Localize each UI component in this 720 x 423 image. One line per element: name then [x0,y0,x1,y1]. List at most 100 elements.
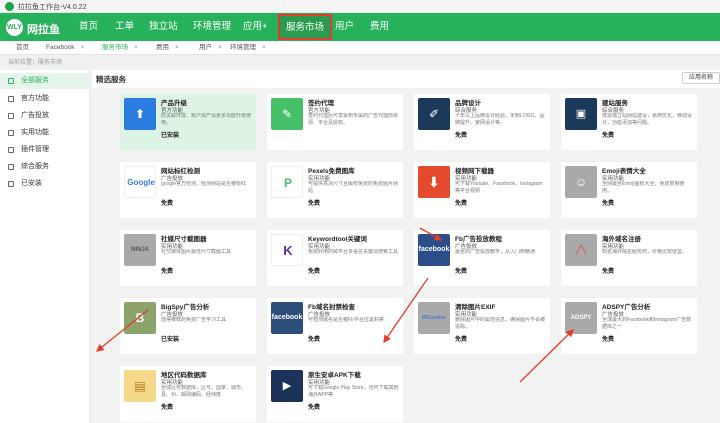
nav-service-market[interactable]: 服务市场 [278,14,333,40]
service-description: 全球最大的Facebook和Instagram广告数据库之一 [602,317,692,330]
service-icon-glyph: ✐ [428,107,440,121]
service-card[interactable]: facebook Fb域名封禁检查 广告投放 可检测域名是否被Fb平台拉黑封禁 免费 [267,298,403,354]
service-card[interactable]: ☺ Emoji表情大全 实用功能 全网最全Emoji图标大全，免费复制使用。 免费 [561,162,697,218]
ads-icon [8,113,14,119]
service-icon-glyph: P [283,176,292,190]
service-status: 免费 [602,337,615,343]
nav-apps[interactable]: 应用+ [243,13,268,41]
service-icon-glyph: ⬇ [428,174,440,190]
service-icon-glyph: ▣ [575,108,587,120]
exif-icon: IMGonline [418,302,450,334]
service-status: 免费 [161,269,174,275]
nav-tickets[interactable]: 工单 [115,13,134,41]
close-icon[interactable]: × [175,44,179,51]
service-description: 十年以上品牌设计经验，定制LOGO、品牌提升、官网设计等。 [455,113,545,126]
service-card[interactable]: ▤ 地区代码数据库 实用功能 全球区号数据库，区号、国家、城市、县、州、邮政编码、经纬… [120,366,256,422]
service-description: 可下载Youtube、Facebook、Instagram等平台视频 [455,181,543,194]
service-card[interactable]: ✐ 品牌设计 综合服务 十年以上品牌设计经验，定制LOGO、品牌提升、官网设计等。 免费 [414,94,550,150]
service-status: 免费 [161,201,174,207]
nav-environment[interactable]: 环境管理 [193,13,231,41]
title-bar: 拉拉鱼工作台-V4.0.22 [0,0,720,13]
official-icon [8,96,14,102]
service-description: 知名海外域名服务商，价格比较便宜。 [602,249,688,255]
sidebar-item-utilities[interactable]: 实用功能 [0,125,90,141]
facebook-icon: facebook [271,302,303,334]
tab-fees[interactable]: 费用 × [156,41,179,55]
sidebar-item-official[interactable]: 官方功能 [0,91,90,107]
service-description: 全球区号数据库，区号、国家、城市、县、州、邮政编码、经纬度 [161,385,247,398]
service-status: 免费 [602,269,615,275]
service-card[interactable]: K Keywordtool关键词 实用功能 免费好用的跨平台多语言关键词搜索工具 免费 [267,230,403,286]
service-card[interactable]: ✎ 签约代理 官方功能 签约代理后可享受到专属的广告代理商资源、平台及授权。 [267,94,403,150]
nav-fees[interactable]: 费用 [370,13,389,41]
ninja-icon: NINJA [124,234,156,266]
tab-users[interactable]: 用户 × [199,41,222,55]
service-icon-glyph: ▤ [134,379,146,393]
service-status: 已安装 [161,337,180,343]
service-description: 删除图片中的属性信息，确保图片不会被追踪。 [455,317,546,330]
sidebar-item-ads[interactable]: 广告投放 [0,108,90,124]
nav-users[interactable]: 用户 [335,13,354,41]
service-card[interactable]: ⬇ 视频网下载器 实用功能 可下载Youtube、Facebook、Instagram… [414,162,550,218]
service-description: 按需独立站网站建设，易用优化，移动设计，功能添加等问题。 [602,113,693,126]
tab-environment[interactable]: 环境管理 × [230,41,266,55]
tab-home[interactable]: 首页 [16,41,29,55]
service-card[interactable]: ADSPY ADSPY广告分析 广告投放 全球最大的Facebook和Instagra… [561,298,697,354]
sidebar-item-installed[interactable]: 已安装 [0,176,90,192]
service-card[interactable]: ▣ 建站服务 综合服务 按需独立站网站建设，易用优化，移动设计，功能添加等问题。 免费 [561,94,697,150]
service-icon-glyph: B [135,311,145,325]
service-card[interactable]: facebook Fb广告投放教程 广告投放 最全的广告投放教学，从入门到精通 免费 [414,230,550,286]
close-icon[interactable]: × [81,44,85,51]
service-description: 值得推荐的免费广告学习工具 [161,317,227,323]
service-description: 防关联环境、账户资产及更多功能升级使用。 [161,113,252,126]
service-card[interactable]: P Pexels免费图库 实用功能 可提供高清尺寸且版权免费的免费图片网站 免费 [267,162,403,218]
sidebar: 全部服务 官方功能 广告投放 实用功能 插件管理 综合服务 已安装 [0,70,90,423]
brand[interactable]: WLY 网拉鱼 [6,18,60,36]
service-icon-glyph: facebook [418,246,450,253]
service-icon-glyph: NINJA [130,247,149,253]
grid-icon [8,78,14,84]
service-card[interactable]: ⬆ 产品升级 官方功能 防关联环境、账户资产及更多功能升级使用。 已安装 [120,94,256,150]
service-description: 可下载Google Play Store、也可下载其他海外APP等 [308,385,399,398]
service-icon-glyph: ☺ [574,175,588,189]
service-description: 社交媒体图片最佳尺寸截图工具 [161,249,232,255]
tab-facebook[interactable]: Facebook × [46,41,84,55]
service-icon-glyph: ADSPY [570,315,592,321]
service-status: 免费 [455,269,468,275]
section-title: 精选服务 [96,75,126,84]
service-description: 全网最全Emoji图标大全，免费复制使用。 [602,181,685,194]
service-card[interactable]: ▶ 原生安卓APK下载 实用功能 可下载Google Play Store、也可下载其… [267,366,403,422]
service-card[interactable]: Google 网站标红检测 广告投放 google官方检测，检测网站是否被标红 免费 [120,162,256,218]
close-icon[interactable]: × [262,44,266,51]
service-status: 免费 [455,337,468,343]
service-card[interactable]: ╱╲ 海外域名注册 实用功能 知名海外域名服务商，价格比较便宜。 免费 [561,230,697,286]
apk-icon: ▶ [271,370,303,402]
tools-icon [8,130,14,136]
sidebar-item-plugins[interactable]: 插件管理 [0,142,90,158]
breadcrumb: 当前位置：服务市场 [8,60,63,66]
service-status: 免费 [161,405,174,411]
service-description: 可检测域名是否被Fb平台拉黑封禁 [308,317,384,323]
installed-icon [8,181,14,187]
sidebar-item-all[interactable]: 全部服务 [0,73,90,89]
domain-icon: ╱╲ [565,234,597,266]
nav-home[interactable]: 首页 [79,13,98,41]
close-icon[interactable]: × [134,44,138,51]
nav-standalone-site[interactable]: 独立站 [149,13,178,41]
service-status: 已安装 [161,133,180,139]
document-icon: ✎ [271,98,303,130]
service-card[interactable]: B BigSpy广告分析 广告投放 值得推荐的免费广告学习工具 已安装 [120,298,256,354]
facebook-icon: facebook [418,234,450,266]
top-nav: WLY 网拉鱼 首页 工单 独立站 环境管理 应用+ 服务市场 用户 费用 [0,13,720,41]
sort-button[interactable]: 应用名称 [682,72,720,84]
sidebar-item-services[interactable]: 综合服务 [0,159,90,175]
service-icon-glyph: Google [127,178,155,187]
tab-service-market[interactable]: 服务市场 × [102,41,138,55]
service-icon-glyph: ╱╲ [575,245,587,255]
bigspy-icon: B [124,302,156,334]
service-card[interactable]: IMGonline 清除图片EXIF 实用功能 删除图片中的属性信息，确保图片不会被追… [414,298,550,354]
service-card[interactable]: NINJA 社媒尺寸截图器 实用功能 社交媒体图片最佳尺寸截图工具 免费 [120,230,256,286]
close-icon[interactable]: × [218,44,222,51]
service-status: 免费 [308,269,321,275]
service-icon-glyph: ▶ [282,380,292,392]
